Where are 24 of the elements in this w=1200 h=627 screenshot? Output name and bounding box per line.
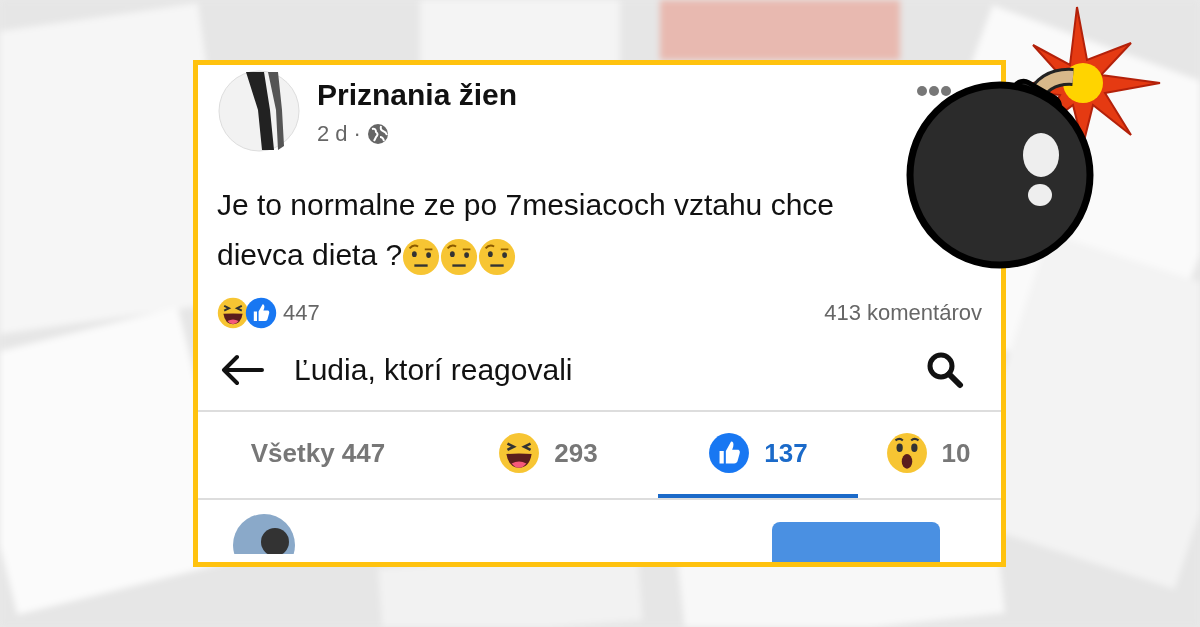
comment-count[interactable]: 413 komentárov [824, 296, 982, 329]
search-icon[interactable] [926, 350, 964, 389]
raised-eyebrow-face-icon [440, 238, 479, 277]
back-arrow-icon[interactable] [220, 353, 264, 386]
surprised-face-icon [885, 432, 928, 474]
post-time[interactable]: 2 d [317, 117, 348, 150]
reaction-count[interactable]: 447 [283, 296, 320, 329]
globe-icon [366, 122, 389, 145]
more-icon[interactable] [917, 86, 951, 96]
reaction-tab[interactable]: Všetky 447 [198, 412, 438, 498]
raised-eyebrow-face-icon [478, 238, 517, 277]
laughing-face-icon [217, 296, 249, 329]
reaction-tab[interactable]: 137 [658, 412, 858, 498]
thumbs-up-icon [708, 432, 751, 474]
raised-eyebrow-face-icon [402, 238, 441, 277]
post-text: Je to normalne ze po 7mesiacoch vztahu chce dievca dieta ? [198, 180, 898, 280]
laughing-face-icon [498, 432, 541, 474]
panel-title: Ľudia, ktorí reagovali [294, 352, 573, 388]
reaction-tab[interactable]: 10 [858, 412, 998, 498]
thumbs-up-icon [245, 296, 277, 329]
avatar [233, 514, 295, 554]
separator: · [353, 120, 361, 148]
reaction-tab[interactable]: 293 [438, 412, 658, 498]
page-name[interactable]: Priznania žien [317, 75, 917, 115]
